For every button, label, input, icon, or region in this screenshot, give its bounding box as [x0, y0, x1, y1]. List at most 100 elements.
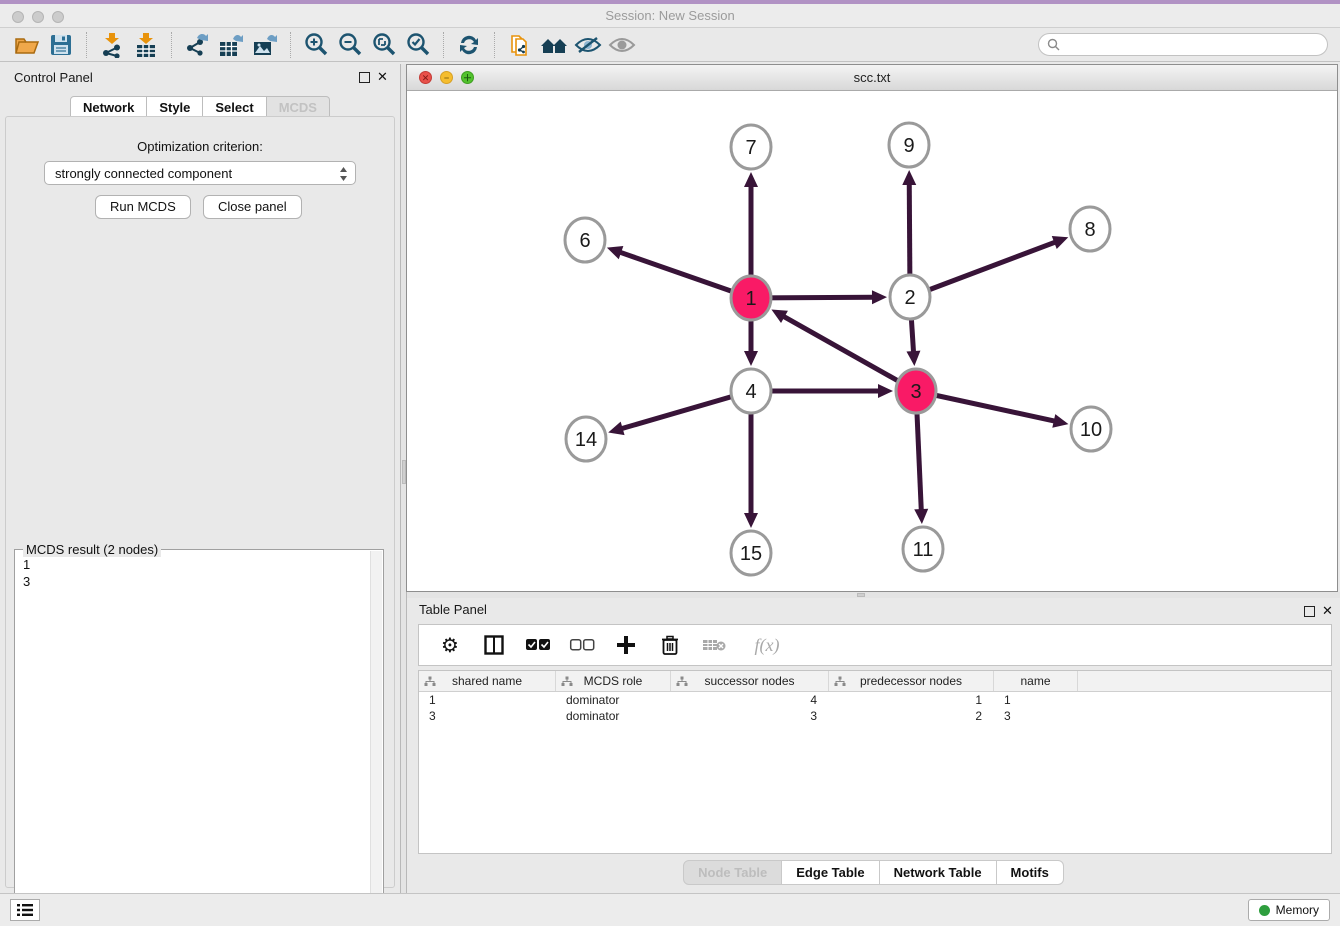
column-type-icon: [561, 676, 573, 687]
column-label: shared name: [452, 674, 522, 688]
search-input[interactable]: [1065, 38, 1319, 52]
graph-edge-2-8[interactable]: [910, 242, 1056, 297]
column-header-MCDS-role[interactable]: MCDS role: [556, 671, 671, 691]
criterion-dropdown[interactable]: strongly connected component: [44, 161, 356, 185]
close-window-button[interactable]: [12, 11, 24, 23]
columns-icon: [484, 635, 504, 655]
show-eye-button[interactable]: [605, 30, 639, 60]
column-type-icon: [834, 676, 846, 687]
save-session-button[interactable]: [44, 30, 78, 60]
clone-network-button[interactable]: [503, 30, 537, 60]
search-field[interactable]: [1038, 33, 1328, 56]
export-table-icon: [218, 32, 244, 58]
cell-shared-name[interactable]: 1: [419, 692, 556, 708]
cell-predecessor-nodes[interactable]: 1: [829, 692, 994, 708]
close-panel-icon[interactable]: ✕: [1322, 603, 1333, 619]
deselect-all-button[interactable]: [569, 632, 595, 658]
graph-arrowhead-2-3: [906, 351, 920, 366]
cell-successor-nodes[interactable]: 3: [671, 708, 829, 724]
graph-arrowhead-2-9: [902, 170, 916, 185]
gear-button[interactable]: ⚙: [437, 632, 463, 658]
zoom-in-button[interactable]: [299, 30, 333, 60]
open-session-button[interactable]: [10, 30, 44, 60]
toolbar-separator: [171, 32, 172, 58]
run-mcds-button[interactable]: Run MCDS: [95, 195, 191, 219]
cell-name[interactable]: 1: [994, 692, 1078, 708]
network-view-window: ✕ − ＋ scc.txt 7968124314101511: [406, 64, 1338, 592]
graph-arrowhead-1-7: [744, 172, 758, 187]
control-panel-header: Control Panel ✕: [0, 64, 400, 90]
delete-column-button[interactable]: [657, 632, 683, 658]
column-type-icon: [676, 676, 688, 687]
cell-successor-nodes[interactable]: 4: [671, 692, 829, 708]
table-panel-tabs: Node TableEdge TableNetwork TableMotifs: [407, 860, 1340, 885]
tab-edge-table[interactable]: Edge Table: [782, 860, 879, 885]
zoom-fit-button[interactable]: [367, 30, 401, 60]
select-all-button[interactable]: [525, 632, 551, 658]
column-header-name[interactable]: name: [994, 671, 1078, 691]
tab-motifs[interactable]: Motifs: [997, 860, 1064, 885]
network-minimize-button[interactable]: −: [440, 71, 453, 84]
column-label: name: [1020, 674, 1050, 688]
column-header-shared-name[interactable]: shared name: [419, 671, 556, 691]
memory-label: Memory: [1276, 903, 1319, 917]
task-history-button[interactable]: [10, 899, 40, 921]
export-network-icon: [184, 32, 210, 58]
network-zoom-button[interactable]: ＋: [461, 71, 474, 84]
dropdown-stepper-icon: [339, 166, 348, 182]
export-image-button[interactable]: [248, 30, 282, 60]
tab-network-table[interactable]: Network Table: [880, 860, 997, 885]
cell-predecessor-nodes[interactable]: 2: [829, 708, 994, 724]
close-panel-icon[interactable]: ✕: [377, 69, 388, 85]
zoom-out-button[interactable]: [333, 30, 367, 60]
delete-table-icon: [702, 637, 726, 653]
float-panel-icon[interactable]: [1304, 606, 1315, 617]
hide-eye-button[interactable]: [571, 30, 605, 60]
import-network-button[interactable]: [95, 30, 129, 60]
delete-table-button[interactable]: [701, 632, 727, 658]
add-column-icon: [616, 635, 636, 655]
gear-icon: ⚙: [441, 633, 459, 657]
home-button[interactable]: [537, 30, 571, 60]
minimize-window-button[interactable]: [32, 11, 44, 23]
graph-arrowhead-3-10: [1052, 414, 1068, 428]
cell-MCDS-role[interactable]: dominator: [556, 708, 671, 724]
graph-arrowhead-1-2: [872, 290, 887, 304]
import-table-button[interactable]: [129, 30, 163, 60]
add-column-button[interactable]: [613, 632, 639, 658]
close-panel-button[interactable]: Close panel: [203, 195, 302, 219]
deselect-all-icon: [569, 638, 595, 652]
splitter-grip[interactable]: [857, 593, 865, 597]
columns-button[interactable]: [481, 632, 507, 658]
table-header-row: shared name MCDS rolesuccessor nodesprede…: [419, 671, 1331, 692]
control-panel: Control Panel ✕ NetworkStyleSelectMCDS O…: [0, 64, 400, 893]
cell-MCDS-role[interactable]: dominator: [556, 692, 671, 708]
network-canvas-svg: 7968124314101511: [407, 91, 1337, 591]
column-header-predecessor-nodes[interactable]: predecessor nodes: [829, 671, 994, 691]
graph-arrowhead-3-11: [914, 509, 928, 524]
network-close-button[interactable]: ✕: [419, 71, 432, 84]
column-header-successor-nodes[interactable]: successor nodes: [671, 671, 829, 691]
table-row[interactable]: 1dominator411: [419, 692, 1331, 708]
function-builder-button[interactable]: f(x): [745, 632, 789, 658]
graph-edge-3-1[interactable]: [783, 316, 916, 391]
cell-shared-name[interactable]: 3: [419, 708, 556, 724]
result-scrollbar[interactable]: [370, 551, 382, 921]
graph-node-label-4: 4: [745, 381, 756, 403]
memory-button[interactable]: Memory: [1248, 899, 1330, 921]
table-row[interactable]: 3dominator323: [419, 708, 1331, 724]
mcds-result-box[interactable]: MCDS result (2 nodes) 1 3: [14, 549, 384, 923]
toolbar-separator: [494, 32, 495, 58]
zoom-selected-button[interactable]: [401, 30, 435, 60]
refresh-button[interactable]: [452, 30, 486, 60]
zoom-window-button[interactable]: [52, 11, 64, 23]
mcds-tab-content: Optimization criterion: strongly connect…: [5, 116, 395, 888]
control-panel-title: Control Panel: [14, 70, 93, 85]
cell-name[interactable]: 3: [994, 708, 1078, 724]
export-network-button[interactable]: [180, 30, 214, 60]
export-table-button[interactable]: [214, 30, 248, 60]
tab-node-table[interactable]: Node Table: [683, 860, 782, 885]
float-panel-icon[interactable]: [359, 72, 370, 83]
refresh-icon: [457, 33, 481, 57]
network-canvas[interactable]: 7968124314101511: [407, 91, 1337, 591]
